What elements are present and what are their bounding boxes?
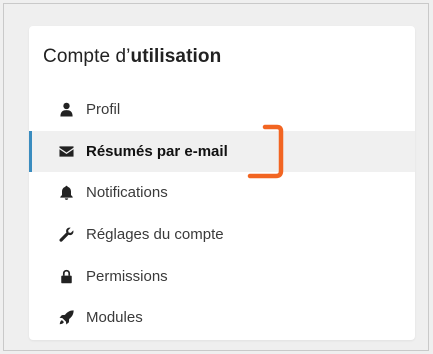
menu-item-modules[interactable]: Modules [29, 297, 415, 339]
panel-title-prefix: Compte d’ [43, 46, 131, 67]
orange-bracket-annotation [247, 124, 284, 179]
menu-item-label: Permissions [86, 267, 168, 285]
menu-item-permissions[interactable]: Permissions [29, 255, 415, 297]
menu-item-label: Profil [86, 101, 121, 119]
rocket-icon [58, 310, 74, 326]
account-settings-panel: Compte d’utilisation Profil Résumés par … [29, 26, 415, 340]
menu-item-label: Notifications [86, 184, 168, 202]
envelope-icon [58, 143, 74, 159]
wrench-icon [58, 227, 74, 243]
menu-item-account-settings[interactable]: Réglages du compte [29, 214, 415, 256]
panel-title-strong: utilisation [130, 46, 222, 67]
menu-item-label: Réglages du compte [86, 226, 224, 244]
window-frame: Compte d’utilisation Profil Résumés par … [3, 3, 429, 351]
menu-item-notifications[interactable]: Notifications [29, 172, 415, 214]
lock-icon [58, 268, 74, 284]
menu-item-email-digests[interactable]: Résumés par e-mail [29, 130, 415, 173]
bell-icon [58, 185, 74, 201]
user-icon [58, 102, 74, 118]
menu-item-label: Résumés par e-mail [86, 142, 228, 160]
menu-item-profile[interactable]: Profil [29, 89, 415, 131]
account-menu: Profil Résumés par e-mail Notifications … [29, 89, 415, 339]
panel-title: Compte d’utilisation [43, 46, 221, 68]
menu-item-label: Modules [86, 309, 143, 327]
